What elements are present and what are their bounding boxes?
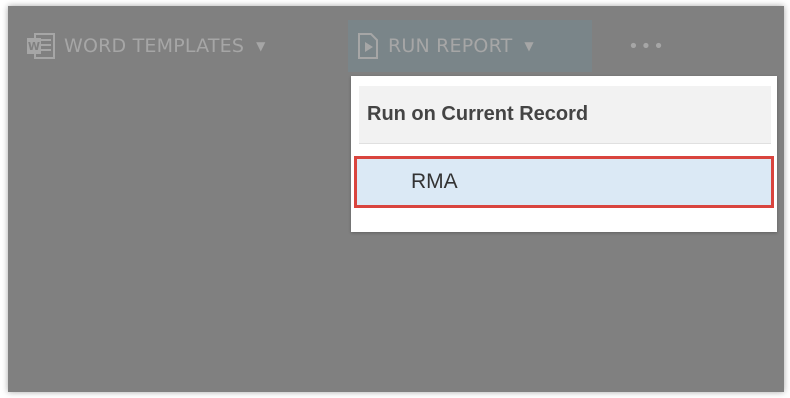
report-item-rma[interactable]: RMA <box>354 156 774 208</box>
app-window: W WORD TEMPLATES ▼ RUN REPORT ▼ ••• Run … <box>8 6 784 392</box>
ellipsis-icon: ••• <box>628 35 666 57</box>
more-commands-button[interactable]: ••• <box>622 20 672 72</box>
word-templates-label: WORD TEMPLATES <box>64 35 245 57</box>
dropdown-section-header: Run on Current Record <box>359 86 771 144</box>
run-report-button[interactable]: RUN REPORT ▼ <box>348 20 592 72</box>
run-report-label: RUN REPORT <box>388 35 513 57</box>
chevron-down-icon: ▼ <box>256 39 266 53</box>
chevron-down-icon: ▼ <box>524 39 534 53</box>
svg-text:W: W <box>28 40 40 53</box>
word-doc-icon: W <box>26 32 56 60</box>
command-bar: W WORD TEMPLATES ▼ RUN REPORT ▼ ••• <box>8 6 784 76</box>
word-templates-button[interactable]: W WORD TEMPLATES ▼ <box>26 20 266 72</box>
run-report-dropdown: Run on Current Record RMA <box>351 76 777 232</box>
report-item-label: RMA <box>411 170 458 193</box>
report-icon <box>356 32 380 60</box>
